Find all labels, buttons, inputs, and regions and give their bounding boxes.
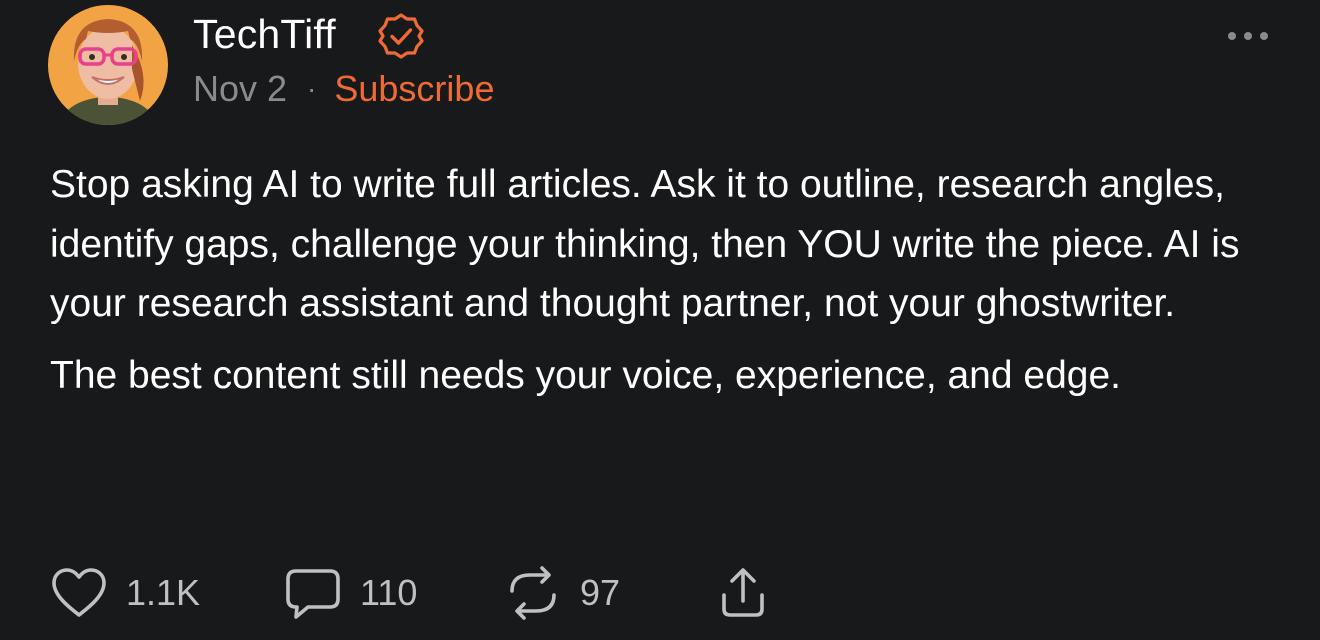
restack-button[interactable]: 97: [502, 565, 620, 621]
meta-separator: ·: [307, 73, 317, 104]
post-meta: Nov 2 · Subscribe: [193, 66, 494, 112]
heart-icon: [48, 565, 110, 621]
post-body: Stop asking AI to write full articles. A…: [50, 155, 1280, 405]
share-icon: [712, 565, 774, 621]
verified-badge-icon: [377, 12, 425, 60]
comment-count: 110: [360, 572, 418, 613]
more-horizontal-icon[interactable]: [1222, 24, 1274, 48]
post-card: TechTiff Nov 2 · Subscribe Stop asking A…: [0, 0, 1320, 640]
post-date: Nov 2: [193, 68, 288, 109]
like-button[interactable]: 1.1K: [48, 565, 200, 621]
avatar[interactable]: [48, 5, 168, 125]
restack-count: 97: [580, 572, 621, 613]
comment-icon: [282, 565, 344, 621]
post-paragraph: The best content still needs your voice,…: [50, 353, 1121, 397]
comment-button[interactable]: 110: [282, 565, 417, 621]
restack-icon: [502, 565, 564, 621]
post-paragraph: Stop asking AI to write full articles. A…: [50, 163, 1240, 325]
like-count: 1.1K: [126, 572, 201, 613]
subscribe-link[interactable]: Subscribe: [334, 68, 494, 110]
share-button[interactable]: [712, 565, 774, 621]
author-name[interactable]: TechTiff: [193, 8, 336, 60]
